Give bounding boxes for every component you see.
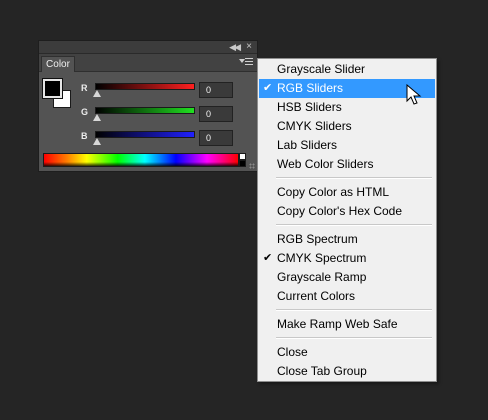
menu-separator <box>276 309 432 311</box>
slider-track-g[interactable] <box>95 107 195 114</box>
menu-item-rgb-spectrum[interactable]: RGB Spectrum <box>259 230 435 249</box>
color-spectrum-ramp[interactable] <box>43 153 239 167</box>
spectrum-black-swatch[interactable] <box>239 160 246 167</box>
menu-item-web-color-sliders[interactable]: Web Color Sliders <box>259 155 435 174</box>
slider-label-g: G <box>81 107 89 117</box>
slider-row-b: B 0 <box>39 129 259 153</box>
menu-item-close[interactable]: Close <box>259 343 435 362</box>
mouse-pointer-icon <box>406 84 422 105</box>
menu-item-close-tab-group[interactable]: Close Tab Group <box>259 362 435 381</box>
panel-menu-icon[interactable] <box>239 57 253 67</box>
slider-track-r[interactable] <box>95 83 195 90</box>
checkmark-icon: ✔ <box>263 252 273 264</box>
spectrum-white-swatch[interactable] <box>239 153 246 160</box>
slider-thumb-r[interactable] <box>93 90 101 97</box>
menu-separator <box>276 177 432 179</box>
menu-item-grayscale-ramp[interactable]: Grayscale Ramp <box>259 268 435 287</box>
close-panel-icon[interactable]: × <box>246 41 252 52</box>
slider-label-b: B <box>81 131 88 141</box>
color-panel-flyout-menu: Grayscale Slider ✔ RGB Sliders HSB Slider… <box>257 58 437 382</box>
resize-grip-icon[interactable] <box>249 163 255 169</box>
checkmark-icon: ✔ <box>263 82 273 94</box>
tab-color[interactable]: Color <box>41 56 75 72</box>
menu-separator <box>276 224 432 226</box>
value-field-g[interactable]: 0 <box>199 106 233 122</box>
menu-separator <box>276 337 432 339</box>
menu-item-cmyk-spectrum[interactable]: ✔ CMYK Spectrum <box>259 249 435 268</box>
value-field-r[interactable]: 0 <box>199 82 233 98</box>
slider-row-r: R 0 <box>39 81 259 105</box>
slider-thumb-g[interactable] <box>93 114 101 121</box>
menu-item-lab-sliders[interactable]: Lab Sliders <box>259 136 435 155</box>
collapse-panel-icon[interactable]: ◀◀ <box>229 42 241 52</box>
color-panel: ◀◀ × Color R 0 G 0 B 0 <box>38 40 258 172</box>
menu-item-copy-color-as-html[interactable]: Copy Color as HTML <box>259 183 435 202</box>
menu-item-grayscale-slider[interactable]: Grayscale Slider <box>259 60 435 79</box>
menu-item-make-ramp-web-safe[interactable]: Make Ramp Web Safe <box>259 315 435 334</box>
menu-item-current-colors[interactable]: Current Colors <box>259 287 435 306</box>
slider-track-b[interactable] <box>95 131 195 138</box>
menu-item-copy-color-hex-code[interactable]: Copy Color's Hex Code <box>259 202 435 221</box>
panel-title-bar[interactable]: ◀◀ × <box>39 41 257 54</box>
value-field-b[interactable]: 0 <box>199 130 233 146</box>
menu-item-cmyk-sliders[interactable]: CMYK Sliders <box>259 117 435 136</box>
slider-label-r: R <box>81 83 88 93</box>
panel-tab-strip: Color <box>39 54 257 72</box>
slider-thumb-b[interactable] <box>93 138 101 145</box>
slider-row-g: G 0 <box>39 105 259 129</box>
